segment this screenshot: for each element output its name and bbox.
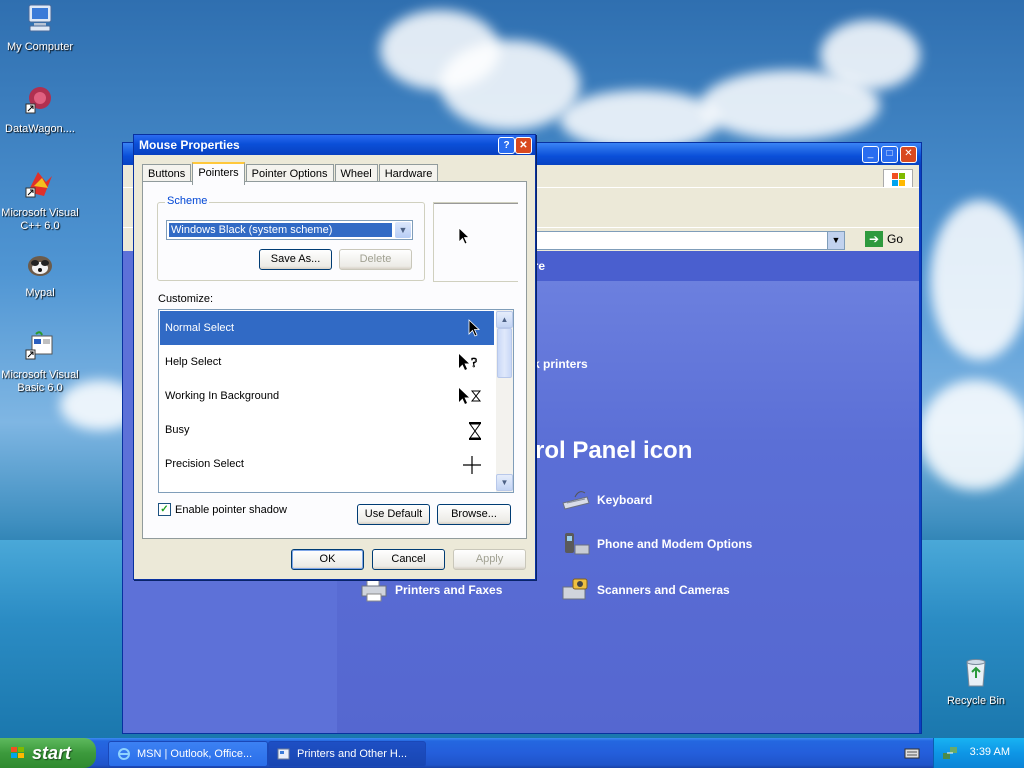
mypal-icon (28, 256, 52, 276)
go-label: Go (887, 232, 904, 246)
scroll-down-icon[interactable]: ▼ (496, 474, 513, 491)
desktop-icon-label: Mypal (25, 287, 55, 299)
help-select-cursor-icon: ? (459, 354, 478, 371)
printer-icon (361, 578, 387, 602)
list-item-label: Precision Select (165, 458, 244, 470)
cp-item-label: Printers and Faxes (395, 583, 503, 597)
hourglass-icon (469, 422, 481, 440)
customize-label: Customize: (158, 293, 214, 305)
close-icon[interactable]: ✕ (900, 146, 917, 163)
desktop-icon-mypal[interactable]: Mypal (0, 248, 80, 300)
checkmark-icon[interactable]: ✓ (158, 503, 171, 516)
desktop-icon-label: Microsoft Visual C++ 6.0 (1, 207, 79, 232)
task-link-printers[interactable]: k printers (533, 357, 588, 371)
network-icon[interactable] (942, 745, 958, 761)
browse-button[interactable]: Browse... (437, 504, 511, 525)
scheme-group-label: Scheme (165, 195, 210, 207)
desktop-icon-label: Microsoft Visual Basic 6.0 (1, 369, 79, 394)
maximize-icon[interactable]: □ (881, 146, 898, 163)
cp-item-label: Scanners and Cameras (597, 583, 730, 597)
recycle-bin-icon (966, 659, 986, 687)
scheme-group: Scheme Windows Black (system scheme) ▼ S… (157, 195, 425, 281)
close-icon[interactable]: ✕ (515, 137, 532, 154)
list-item-label: Help Select (165, 356, 222, 368)
cp-item-label: Keyboard (597, 493, 653, 507)
help-icon[interactable]: ? (498, 137, 515, 154)
list-item[interactable]: Working In Background (160, 379, 494, 413)
taskbar-button-label: Printers and Other H... (297, 748, 408, 760)
arrow-cursor-icon (468, 319, 481, 337)
internet-explorer-icon (118, 748, 130, 760)
clock[interactable]: 3:39 AM (970, 746, 1010, 758)
scheme-selected-value: Windows Black (system scheme) (169, 223, 392, 237)
pick-icon-heading: trol Panel icon (527, 437, 693, 464)
phone-icon (565, 533, 590, 555)
desktop-icon-label: Recycle Bin (946, 695, 1006, 707)
cp-item-phone-modem[interactable]: Phone and Modem Options (561, 531, 752, 557)
list-item[interactable]: Precision Select (160, 447, 494, 481)
windows-logo-icon (11, 747, 24, 758)
busy-arrow-cursor-icon (459, 388, 482, 404)
system-tray: 3:39 AM (933, 738, 1024, 768)
mouse-properties-dialog[interactable]: Mouse Properties ? ✕ Buttons Pointers Po… (133, 134, 536, 580)
list-item[interactable]: Busy (160, 413, 494, 447)
desktop-icon-visual-basic[interactable]: Microsoft Visual Basic 6.0 (0, 330, 80, 395)
delete-button[interactable]: Delete (339, 249, 412, 270)
start-label: start (32, 743, 72, 763)
tab-pointers[interactable]: Pointers (192, 162, 245, 185)
pointer-list-scrollbar[interactable]: ▲ ▼ (496, 310, 513, 492)
datawagon-icon (25, 87, 51, 114)
desktop-icon-my-computer[interactable]: My Computer (0, 2, 80, 54)
taskbar-button-printers[interactable]: Printers and Other H... (268, 741, 426, 767)
taskbar: start MSN | Outlook, Office... Printers … (0, 738, 1024, 768)
crosshair-icon (463, 456, 481, 474)
list-item[interactable]: Help Select ? (160, 345, 494, 379)
go-arrow-icon: ➔ (865, 231, 883, 247)
scroll-thumb[interactable] (497, 328, 512, 378)
svg-text:?: ? (471, 356, 477, 371)
chevron-down-icon[interactable]: ▼ (827, 232, 844, 249)
ok-button[interactable]: OK (291, 549, 364, 570)
cancel-button[interactable]: Cancel (372, 549, 445, 570)
apply-button[interactable]: Apply (453, 549, 526, 570)
scheme-dropdown[interactable]: Windows Black (system scheme) ▼ (166, 220, 413, 240)
dialog-title: Mouse Properties (139, 138, 240, 152)
save-as-button[interactable]: Save As... (259, 249, 332, 270)
go-button[interactable]: ➔ Go (865, 231, 903, 247)
desktop-icon-visual-cpp[interactable]: Microsoft Visual C++ 6.0 (0, 168, 80, 233)
list-item-label: Busy (165, 424, 190, 436)
scanner-icon (562, 578, 588, 600)
enable-pointer-shadow-checkbox[interactable]: ✓ Enable pointer shadow (158, 503, 287, 516)
taskbar-button-msn[interactable]: MSN | Outlook, Office... (108, 741, 268, 767)
cp-item-label: Phone and Modem Options (597, 537, 753, 551)
visual-cpp-icon (25, 172, 52, 198)
list-item-label: Working In Background (165, 390, 280, 402)
cp-item-scanners-cameras[interactable]: Scanners and Cameras (561, 577, 730, 603)
arrow-cursor-icon (458, 227, 471, 245)
minimize-icon[interactable]: _ (862, 146, 879, 163)
use-default-button[interactable]: Use Default (357, 504, 430, 525)
desktop-icon-recycle-bin[interactable]: Recycle Bin (936, 656, 1016, 708)
cp-item-keyboard[interactable]: Keyboard (561, 487, 652, 513)
desktop-icon-datawagon[interactable]: DataWagon.... (0, 84, 80, 136)
taskbar-button-label: MSN | Outlook, Office... (137, 748, 253, 760)
computer-icon (28, 4, 52, 32)
desktop-icon-label: DataWagon.... (5, 123, 75, 135)
checkbox-label: Enable pointer shadow (175, 503, 287, 516)
cursor-preview (433, 202, 518, 282)
list-item[interactable]: Normal Select (160, 311, 494, 345)
pointer-list[interactable]: Normal Select Help Select ? Working In B… (158, 309, 514, 493)
cp-item-printers-faxes[interactable]: Printers and Faxes (359, 577, 502, 603)
desktop-icon-label: My Computer (6, 41, 74, 53)
pointers-panel: Scheme Windows Black (system scheme) ▼ S… (142, 181, 527, 539)
keyboard-icon[interactable] (904, 747, 920, 759)
start-button[interactable]: start (0, 738, 96, 768)
list-item-label: Normal Select (165, 322, 235, 334)
control-panel-icon (277, 748, 290, 760)
chevron-down-icon[interactable]: ▼ (395, 222, 411, 238)
keyboard-icon (562, 491, 590, 510)
visual-basic-icon (25, 331, 53, 360)
scroll-up-icon[interactable]: ▲ (496, 311, 513, 328)
dialog-titlebar[interactable]: Mouse Properties ? ✕ (134, 135, 535, 155)
